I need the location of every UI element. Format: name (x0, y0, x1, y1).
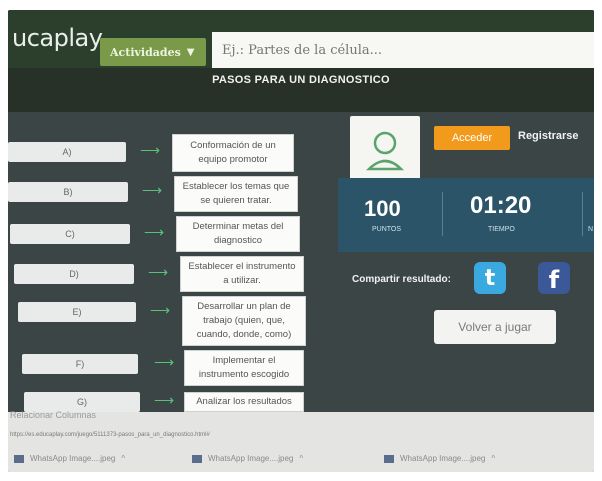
arrow-right-icon: ⟶ (150, 302, 171, 318)
definition-card[interactable]: Desarrollar un plan de trabajo (quien, q… (182, 296, 306, 346)
answer-slot-label: C) (65, 229, 75, 239)
definition-card[interactable]: Determinar metas del diagnostico (176, 216, 300, 252)
user-icon (365, 131, 405, 171)
answer-slot-a[interactable]: A) (8, 142, 126, 162)
answer-slot-label: F) (75, 359, 85, 369)
answer-slot-label: E) (72, 307, 82, 317)
search-input[interactable] (212, 32, 594, 68)
definition-card[interactable]: Analizar los resultados (184, 392, 304, 412)
activities-dropdown[interactable]: Actividades ▼ (100, 38, 206, 66)
arrow-right-icon: ⟶ (154, 392, 175, 408)
answer-slot-label: A) (62, 147, 72, 157)
image-file-icon (14, 454, 24, 463)
game-area: A) ⟶ Conformación de un equipo promotor … (8, 112, 594, 412)
download-item[interactable]: WhatsApp Image....jpeg ^ (192, 454, 303, 463)
answer-slot-d[interactable]: D) (14, 264, 134, 284)
arrow-right-icon: ⟶ (154, 354, 175, 370)
login-button[interactable]: Acceder (434, 126, 510, 150)
answer-slot-e[interactable]: E) (18, 302, 136, 322)
arrow-right-icon: ⟶ (148, 264, 169, 280)
answer-slot-g[interactable]: G) (24, 392, 140, 412)
download-item[interactable]: WhatsApp Image....jpeg ^ (14, 454, 125, 463)
arrow-right-icon: ⟶ (142, 182, 163, 198)
image-file-icon (192, 454, 202, 463)
status-url: https://es.educaplay.com/juego/5111373-p… (10, 432, 210, 438)
definition-card[interactable]: Establecer el instrumento a utilizar. (180, 256, 304, 292)
divider (582, 192, 583, 236)
chevron-up-icon[interactable]: ^ (299, 454, 303, 463)
answer-slot-c[interactable]: C) (10, 224, 130, 244)
answer-slot-f[interactable]: F) (22, 354, 138, 374)
download-label: WhatsApp Image....jpeg (208, 454, 294, 463)
site-logo[interactable]: ucaplay (12, 24, 103, 52)
answer-slot-label: D) (69, 269, 79, 279)
download-label: WhatsApp Image....jpeg (30, 454, 116, 463)
chevron-down-icon: ▼ (186, 46, 195, 58)
image-file-icon (384, 454, 394, 463)
browser-footer: Relacionar Columnas https://es.educaplay… (8, 410, 594, 472)
chevron-up-icon[interactable]: ^ (121, 454, 125, 463)
answer-slot-label: G) (77, 397, 87, 407)
activity-type-text: Relacionar Columnas (10, 410, 97, 420)
points-label: PUNTOS (372, 226, 402, 233)
avatar[interactable] (350, 116, 420, 186)
register-link[interactable]: Registrarse (518, 130, 579, 142)
arrow-right-icon: ⟶ (144, 224, 165, 240)
download-item[interactable]: WhatsApp Image....jpeg ^ (384, 454, 495, 463)
points-value: 100 (364, 196, 401, 221)
answer-slot-label: B) (63, 187, 73, 197)
download-label: WhatsApp Image....jpeg (400, 454, 486, 463)
site-header: ucaplay Actividades ▼ (8, 10, 594, 68)
title-bar: PASOS PARA UN DIAGNOSTICO (8, 68, 594, 112)
arrow-right-icon: ⟶ (140, 142, 161, 158)
definition-card[interactable]: Implementar el instrumento escogido (184, 350, 304, 386)
play-again-button[interactable]: Volver a jugar (434, 310, 556, 344)
time-value: 01:20 (470, 192, 532, 219)
divider (442, 192, 443, 236)
activities-label: Actividades (110, 45, 181, 59)
chevron-up-icon[interactable]: ^ (491, 454, 495, 463)
facebook-icon[interactable]: f (538, 262, 570, 294)
twitter-icon[interactable]: t (474, 262, 506, 294)
answer-slot-b[interactable]: B) (8, 182, 128, 202)
share-label: Compartir resultado: (352, 274, 451, 285)
definition-card[interactable]: Conformación de un equipo promotor (172, 134, 294, 172)
screen: ucaplay Actividades ▼ PASOS PARA UN DIAG… (8, 10, 594, 472)
third-stat-label: N (588, 226, 594, 233)
time-label: TIEMPO (488, 226, 515, 233)
stats-panel: 100 PUNTOS 01:20 TIEMPO N (338, 178, 594, 252)
game-title: PASOS PARA UN DIAGNOSTICO (212, 74, 390, 86)
definition-card[interactable]: Establecer los temas que se quieren trat… (174, 176, 298, 212)
